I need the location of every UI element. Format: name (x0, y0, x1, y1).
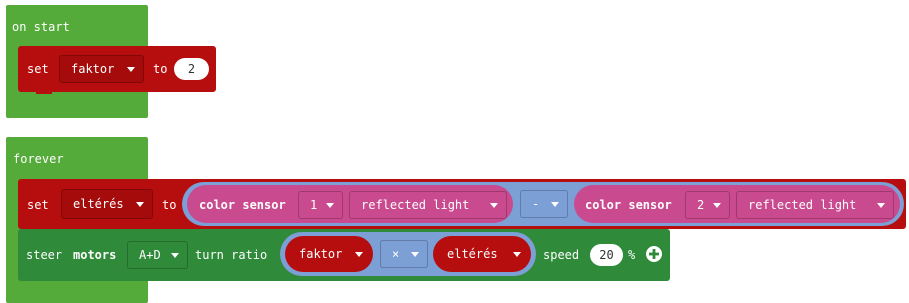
color-sensor-label: color sensor (585, 198, 672, 212)
sensor-mode-dropdown[interactable]: reflected light (349, 191, 507, 219)
sensor-mode-label: reflected light (361, 198, 470, 212)
variable-dropdown-faktor[interactable]: faktor (59, 55, 144, 83)
variable-elteres-reporter[interactable]: eltérés (433, 236, 531, 272)
variable-dropdown-label: eltérés (73, 197, 124, 211)
motors-keyword: motors (73, 248, 117, 262)
chevron-down-icon (411, 251, 419, 257)
steer-keyword: steer (26, 248, 63, 262)
to-keyword: to (153, 62, 168, 76)
percent-label: % (628, 248, 636, 262)
variable-dropdown-label: faktor (71, 62, 115, 76)
sensor-port-dropdown[interactable]: 1 (298, 191, 343, 219)
variable-reporter-label: eltérés (447, 247, 498, 261)
chevron-down-icon (171, 252, 179, 258)
chevron-down-icon (713, 202, 721, 208)
speed-keyword: speed (543, 248, 580, 262)
motors-port-dropdown[interactable]: A+D (127, 241, 188, 269)
operator-dropdown-minus[interactable]: - (520, 190, 568, 218)
forever-label: forever (13, 152, 64, 166)
chevron-down-icon (877, 202, 885, 208)
operator-label: - (532, 197, 540, 211)
value-input-faktor[interactable]: 2 (174, 58, 209, 80)
chevron-down-icon (513, 251, 521, 257)
chevron-down-icon (136, 201, 144, 207)
chevron-down-icon (326, 202, 334, 208)
chevron-down-icon (355, 251, 363, 257)
operator-label: × (392, 247, 400, 261)
operator-dropdown-times[interactable]: × (380, 240, 428, 268)
speed-input[interactable]: 20 (590, 244, 623, 266)
chevron-down-icon (490, 202, 498, 208)
block-notch (36, 89, 52, 94)
on-start-label: on start (12, 20, 70, 34)
turn-ratio-keyword: turn ratio (195, 248, 268, 262)
sensor-mode-dropdown[interactable]: reflected light (736, 191, 894, 219)
set-keyword: set (27, 198, 49, 212)
sensor-mode-label: reflected light (748, 198, 857, 212)
set-keyword: set (27, 62, 49, 76)
motors-port-label: A+D (139, 248, 161, 262)
plus-circle-icon[interactable] (645, 245, 663, 263)
variable-reporter-label: faktor (299, 247, 343, 261)
chevron-down-icon (551, 201, 559, 207)
sensor-port-label: 2 (697, 198, 705, 212)
to-keyword: to (162, 198, 177, 212)
sensor-port-dropdown[interactable]: 2 (685, 191, 730, 219)
variable-faktor-reporter[interactable]: faktor (285, 236, 373, 272)
color-sensor-label: color sensor (199, 198, 286, 212)
variable-dropdown-elteres[interactable]: eltérés (61, 189, 153, 219)
chevron-down-icon (127, 66, 135, 72)
sensor-port-label: 1 (310, 198, 318, 212)
